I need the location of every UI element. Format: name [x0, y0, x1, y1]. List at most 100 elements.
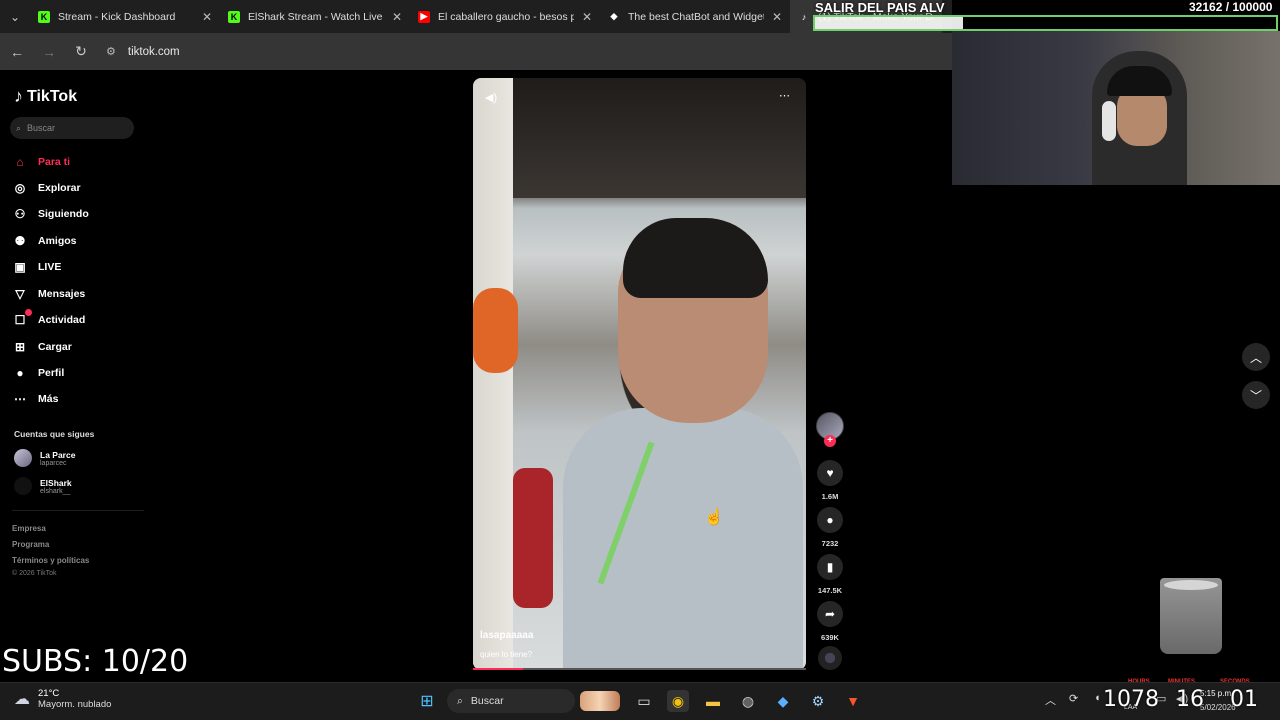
next-video-button[interactable]: ﹀: [1242, 381, 1270, 409]
close-tab-icon[interactable]: ✕: [202, 10, 212, 24]
account-elshark[interactable]: ElShark elshark__: [14, 477, 72, 495]
more-options-icon[interactable]: ⋯: [779, 89, 790, 102]
tray-overflow-icon[interactable]: ︿: [1045, 692, 1056, 708]
live-icon: ▣: [14, 260, 26, 274]
tab-title: ElShark Stream - Watch Live on: [248, 10, 384, 23]
tiktok-logo[interactable]: ♪ TikTok: [14, 86, 77, 107]
app-diamond-icon[interactable]: ◆: [772, 690, 794, 712]
cloud-icon: ☁: [14, 691, 30, 708]
footer-link-terms[interactable]: Términos y políticas: [12, 556, 89, 565]
sidebar-item-cargar[interactable]: ⊞ Cargar: [12, 337, 72, 357]
reload-icon[interactable]: ↻: [74, 43, 88, 60]
address-bar: ← → ↻ ⚙ tiktok.com: [0, 33, 952, 70]
windows-start-icon[interactable]: ⊞: [416, 690, 438, 712]
share-action[interactable]: ➦ 639K: [817, 601, 843, 642]
tab-chatbot[interactable]: ◆ The best ChatBot and Widgets ✕: [600, 0, 790, 33]
sidebar-item-para-ti[interactable]: ⌂ Para ti: [12, 152, 70, 172]
webcam-feed: [952, 31, 1280, 185]
upload-icon: ⊞: [14, 340, 26, 354]
taskbar-search[interactable]: ⌕ Buscar: [447, 689, 575, 713]
close-tab-icon[interactable]: ✕: [392, 10, 402, 24]
weather-condition: Mayorm. nublado: [38, 699, 112, 710]
volume-icon[interactable]: ◀): [485, 91, 497, 104]
account-handle: elshark__: [40, 487, 71, 495]
avatar: [14, 477, 32, 495]
sidebar-item-más[interactable]: ⋯ Más: [12, 389, 58, 409]
divider: [12, 510, 144, 511]
back-arrow-icon[interactable]: ←: [10, 44, 24, 60]
copyright: © 2026 TikTok: [12, 570, 57, 577]
previous-video-button[interactable]: ︿: [1242, 343, 1270, 371]
sidebar-item-perfil[interactable]: ● Perfil: [12, 363, 64, 383]
search-input[interactable]: ⌕ Buscar: [10, 117, 134, 139]
tab-title: El caballero gaucho - besos por: [438, 10, 574, 23]
footer-link-programa[interactable]: Programa: [12, 540, 49, 549]
close-tab-icon[interactable]: ✕: [772, 10, 782, 24]
footer-link-empresa[interactable]: Empresa: [12, 524, 46, 533]
tiktok-favicon-icon: ♪: [801, 11, 807, 22]
heart-icon[interactable]: ♥: [817, 460, 843, 486]
video-username[interactable]: lasapaaaaa: [480, 630, 533, 641]
like-action[interactable]: ♥ 1.6M: [817, 460, 843, 501]
sidebar-item-siguiendo[interactable]: ⚇ Siguiendo: [12, 204, 89, 224]
clock-time[interactable]: 5:15 p.m.: [1200, 689, 1233, 698]
sidebar-item-label: Mensajes: [38, 288, 86, 300]
timer-minutes: 16: [1176, 687, 1204, 712]
account-name: ElShark: [40, 477, 72, 488]
tab-title: The best ChatBot and Widgets: [628, 10, 764, 23]
friends-icon: ⚉: [14, 234, 26, 248]
chatbot-favicon-icon: ◆: [610, 11, 618, 21]
account-la-parce[interactable]: La Parce laparcec: [14, 449, 75, 467]
steam-icon[interactable]: ⚙: [807, 690, 829, 712]
sidebar-item-label: Siguiendo: [38, 208, 89, 220]
sidebar-item-amigos[interactable]: ⚉ Amigos: [12, 231, 77, 251]
microphone-icon[interactable]: ◖: [1094, 692, 1101, 704]
tab-youtube[interactable]: ▶ El caballero gaucho - besos por ✕: [410, 0, 600, 33]
url-field[interactable]: tiktok.com: [128, 46, 180, 58]
sidebar-item-explorar[interactable]: ◎ Explorar: [12, 178, 81, 198]
tab-elshark-stream[interactable]: K ElShark Stream - Watch Live on ✕: [220, 0, 410, 33]
comment-action[interactable]: ● 7232: [817, 507, 843, 548]
follow-plus-icon[interactable]: +: [824, 435, 836, 447]
account-handle: laparcec: [40, 459, 67, 467]
account-name: La Parce: [40, 449, 76, 460]
sidebar-item-label: Para ti: [38, 156, 71, 168]
tab-list-dropdown-icon[interactable]: ⌄: [0, 0, 30, 33]
home-icon: ⌂: [16, 155, 24, 169]
timer-hours: 1078: [1103, 687, 1159, 712]
brave-icon[interactable]: ▼: [842, 690, 864, 712]
glass-image: [1160, 578, 1222, 654]
subs-counter: SUBS: 10/20: [2, 644, 189, 679]
sidebar-item-actividad[interactable]: ☐ Actividad: [12, 309, 85, 330]
task-view-icon[interactable]: ▭: [633, 690, 655, 712]
file-explorer-icon[interactable]: ▬: [702, 690, 724, 712]
search-highlight-image: [580, 691, 620, 711]
tray-app-icon[interactable]: ⟳: [1069, 692, 1078, 705]
sidebar-item-live[interactable]: ▣ LIVE: [12, 257, 61, 277]
music-disc-icon[interactable]: [818, 646, 842, 670]
video-player[interactable]: ◀) ⋯: [473, 78, 806, 670]
save-action[interactable]: ▮ 147.5K: [817, 554, 843, 595]
site-settings-icon[interactable]: ⚙: [106, 45, 116, 58]
weather-widget[interactable]: ☁ 21°C Mayorm. nublado: [14, 688, 111, 710]
chrome-icon[interactable]: ◉: [667, 690, 689, 712]
avatar: [14, 449, 32, 467]
overlay-goal-title: SALIR DEL PAIS ALV: [815, 0, 945, 15]
hand-cursor-icon: ☝: [704, 509, 724, 526]
timer-seconds: 01: [1230, 687, 1258, 712]
tab-kick-dashboard[interactable]: K Stream - Kick Dashboard ✕: [30, 0, 220, 33]
forward-arrow-icon[interactable]: →: [42, 44, 56, 60]
search-icon: ⌕: [16, 122, 22, 133]
comment-icon[interactable]: ●: [817, 507, 843, 533]
bookmark-icon[interactable]: ▮: [817, 554, 843, 580]
youtube-favicon-icon: ▶: [418, 10, 430, 23]
video-progress-bar[interactable]: [473, 668, 806, 670]
share-icon[interactable]: ➦: [817, 601, 843, 627]
sidebar-item-label: LIVE: [38, 261, 62, 273]
more-icon: ⋯: [14, 392, 26, 406]
close-tab-icon[interactable]: ✕: [582, 10, 592, 24]
obs-icon[interactable]: ◍: [737, 690, 759, 712]
kick-favicon-icon: K: [38, 10, 50, 23]
sidebar-item-label: Explorar: [38, 182, 81, 194]
sidebar-item-mensajes[interactable]: ▽ Mensajes: [12, 284, 85, 304]
